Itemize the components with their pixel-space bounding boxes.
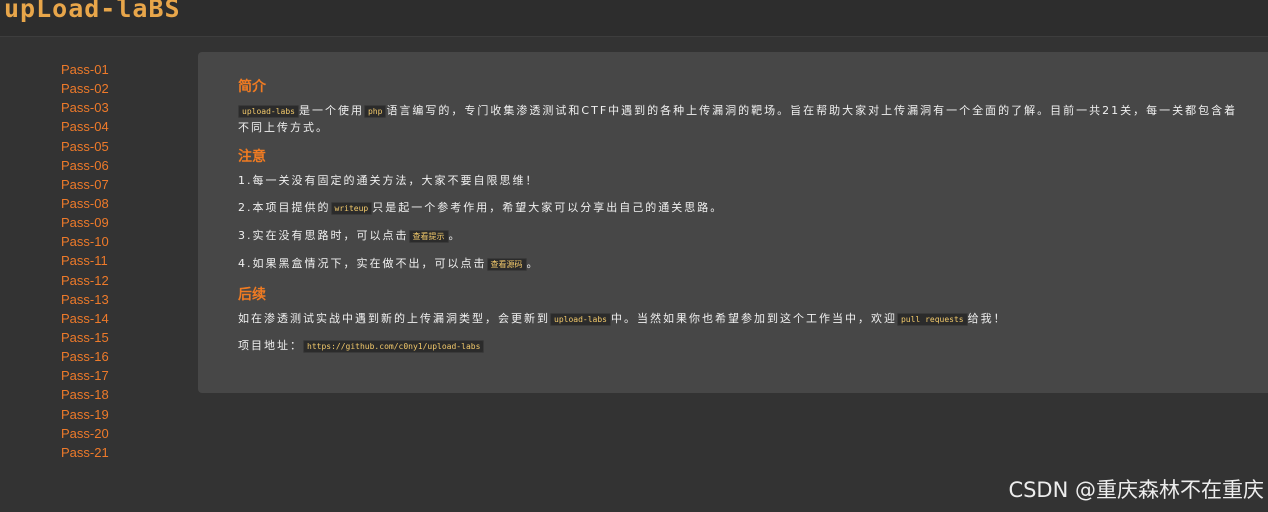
php-code: php bbox=[363, 105, 387, 118]
intro-text-a: 是一个使用 bbox=[298, 104, 364, 117]
project-name-code-2: upload-labs bbox=[550, 313, 611, 326]
site-logo[interactable]: upLoad-laBS bbox=[4, 0, 181, 26]
notice-item-4: 4.如果黑盒情况下，实在做不出，可以点击 查看源码。 bbox=[238, 256, 1238, 273]
intro-panel: 简介 upload-labs 是一个使用 php 语言编写的，专门收集渗透测试和CTF… bbox=[198, 52, 1268, 393]
sidebar-item-pass-16[interactable]: Pass-16 bbox=[61, 347, 171, 366]
notice-item-2: 2.本项目提供的 writeup 只是起一个参考作用，希望大家可以分享出自己的通关思… bbox=[238, 200, 1238, 217]
sidebar-item-pass-19[interactable]: Pass-19 bbox=[61, 405, 171, 424]
followup-paragraph: 如在渗透测试实战中遇到新的上传漏洞类型，会更新到 upload-labs 中。当然如… bbox=[238, 311, 1238, 328]
followup-heading: 后续 bbox=[238, 287, 266, 303]
sidebar-item-pass-08[interactable]: Pass-08 bbox=[61, 194, 171, 213]
sidebar-item-pass-13[interactable]: Pass-13 bbox=[61, 290, 171, 309]
sidebar-item-pass-04[interactable]: Pass-04 bbox=[61, 117, 171, 136]
sidebar-item-pass-15[interactable]: Pass-15 bbox=[61, 328, 171, 347]
sidebar-item-pass-14[interactable]: Pass-14 bbox=[61, 309, 171, 328]
sidebar-item-pass-02[interactable]: Pass-02 bbox=[61, 79, 171, 98]
notice-item-1: 1.每一关没有固定的通关方法，大家不要自限思维！ bbox=[238, 174, 539, 187]
show-hint-link[interactable]: 查看提示 bbox=[408, 230, 449, 243]
sidebar-item-pass-10[interactable]: Pass-10 bbox=[61, 232, 171, 251]
followup-text-b: 中。当然如果你也希望参加到这个工作当中，欢迎 bbox=[610, 312, 897, 325]
sidebar-item-pass-12[interactable]: Pass-12 bbox=[61, 271, 171, 290]
sidebar-item-pass-21[interactable]: Pass-21 bbox=[61, 443, 171, 462]
notice-item-3-text-a: 3.实在没有思路时，可以点击 bbox=[238, 229, 409, 242]
notice-item-4-text-a: 4.如果黑盒情况下，实在做不出，可以点击 bbox=[238, 257, 487, 270]
sidebar-item-pass-17[interactable]: Pass-17 bbox=[61, 366, 171, 385]
intro-paragraph: upload-labs 是一个使用 php 语言编写的，专门收集渗透测试和CTF中遇到… bbox=[238, 103, 1238, 136]
notice-item-3-text-b: 。 bbox=[448, 229, 462, 242]
notice-item-3: 3.实在没有思路时，可以点击 查看提示。 bbox=[238, 228, 1238, 245]
followup-text-c: 给我！ bbox=[967, 312, 1007, 325]
project-url-link[interactable]: https://github.com/c0ny1/upload-labs bbox=[303, 340, 485, 353]
top-bar: upLoad-laBS bbox=[0, 0, 1268, 37]
notice-item-2-text-b: 只是起一个参考作用，希望大家可以分享出自己的通关思路。 bbox=[372, 201, 724, 214]
intro-heading: 简介 bbox=[238, 79, 266, 95]
sidebar-item-pass-03[interactable]: Pass-03 bbox=[61, 98, 171, 117]
sidebar-item-pass-01[interactable]: Pass-01 bbox=[61, 60, 171, 79]
sidebar-item-pass-09[interactable]: Pass-09 bbox=[61, 213, 171, 232]
view-source-link[interactable]: 查看源码 bbox=[486, 258, 527, 271]
writeup-code: writeup bbox=[330, 202, 373, 215]
sidebar-item-pass-20[interactable]: Pass-20 bbox=[61, 424, 171, 443]
sidebar-item-pass-05[interactable]: Pass-05 bbox=[61, 137, 171, 156]
pull-requests-code: pull requests bbox=[896, 313, 968, 326]
project-address-label: 项目地址： bbox=[238, 339, 303, 352]
sidebar-item-pass-07[interactable]: Pass-07 bbox=[61, 175, 171, 194]
sidebar-item-pass-11[interactable]: Pass-11 bbox=[61, 251, 171, 270]
sidebar-item-pass-18[interactable]: Pass-18 bbox=[61, 385, 171, 404]
project-name-code: upload-labs bbox=[238, 105, 299, 118]
csdn-watermark: CSDN @重庆森林不在重庆 bbox=[1008, 478, 1264, 502]
followup-text-a: 如在渗透测试实战中遇到新的上传漏洞类型，会更新到 bbox=[238, 312, 550, 325]
notice-heading: 注意 bbox=[238, 149, 266, 165]
sidebar-item-pass-06[interactable]: Pass-06 bbox=[61, 156, 171, 175]
notice-item-2-text-a: 2.本项目提供的 bbox=[238, 201, 331, 214]
project-address: 项目地址： https://github.com/c0ny1/upload-lab… bbox=[238, 338, 1238, 355]
intro-text-b: 语言编写的，专门收集渗透测试和CTF中遇到的各种上传漏洞的靶场。旨在帮助大家对上… bbox=[238, 104, 1238, 134]
sidebar-nav: Pass-01 Pass-02 Pass-03 Pass-04 Pass-05 … bbox=[61, 60, 171, 462]
notice-item-4-text-b: 。 bbox=[526, 257, 540, 270]
